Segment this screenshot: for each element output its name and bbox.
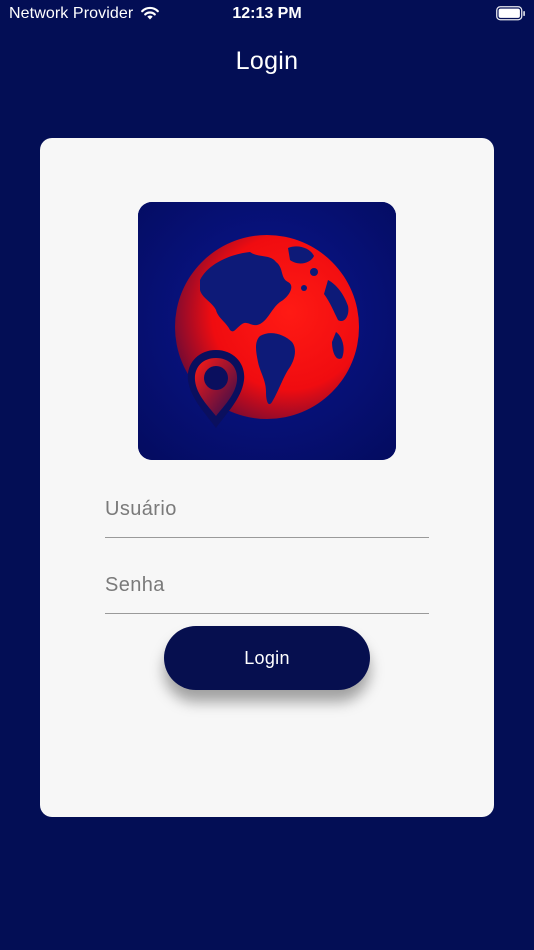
password-field[interactable] xyxy=(105,558,429,614)
globe-location-pin-icon xyxy=(138,202,396,460)
password-input[interactable] xyxy=(105,558,429,613)
battery-icon xyxy=(496,6,525,21)
status-time: 12:13 PM xyxy=(232,5,302,22)
app-logo xyxy=(138,202,396,460)
username-field[interactable] xyxy=(105,482,429,538)
login-button[interactable]: Login xyxy=(164,626,370,690)
page-title: Login xyxy=(235,47,299,75)
login-card: Login xyxy=(40,138,494,817)
status-bar: Network Provider 12:13 PM xyxy=(0,0,534,28)
username-input[interactable] xyxy=(105,482,429,537)
